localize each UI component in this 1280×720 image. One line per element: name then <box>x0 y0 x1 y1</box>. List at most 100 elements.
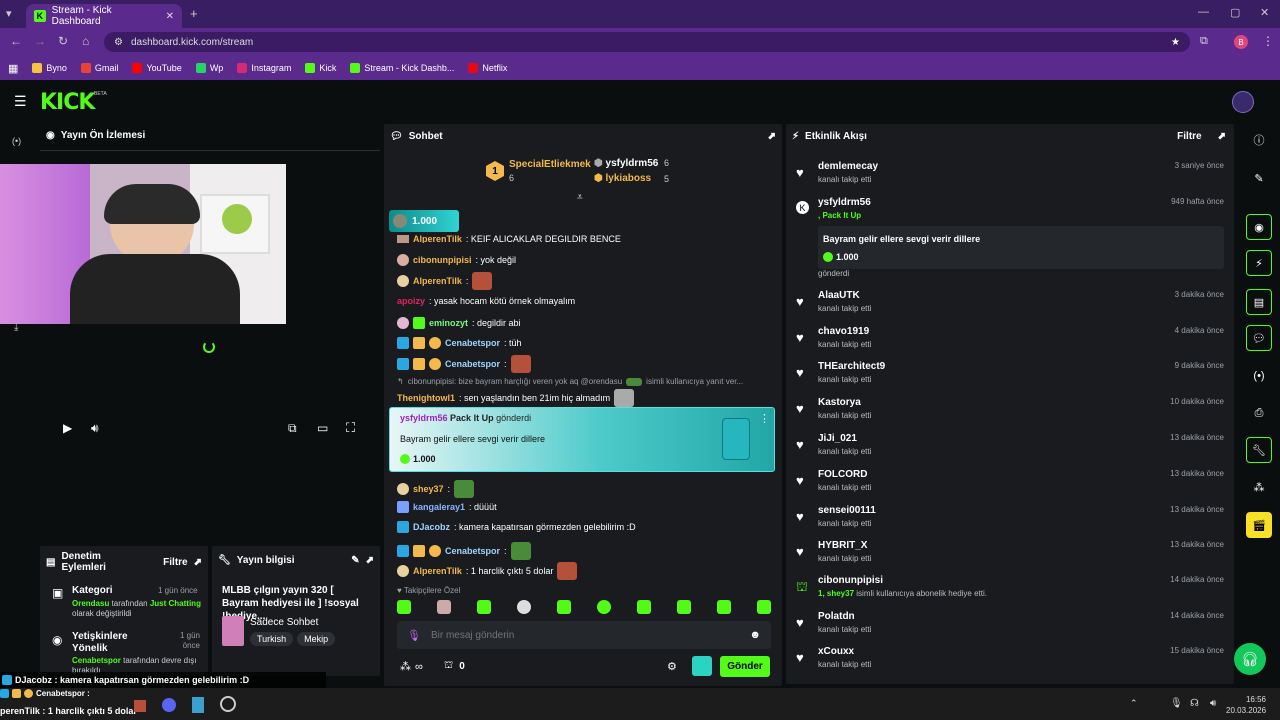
microphone-icon[interactable]: 🎙︎ <box>407 629 421 642</box>
activity-filter-button[interactable]: Filtre <box>1177 131 1201 142</box>
kick-logo[interactable]: KICK <box>40 90 95 115</box>
maximize-icon[interactable]: ▢ <box>1230 6 1240 19</box>
bookmark-wp[interactable]: Wp <box>195 63 223 73</box>
taskbar-app-icon[interactable] <box>192 697 204 713</box>
popout-icon[interactable]: ⬈ <box>1218 131 1226 142</box>
broadcast-icon[interactable]: (•) <box>1246 363 1272 389</box>
chat-input-field[interactable] <box>430 629 740 641</box>
emote[interactable] <box>517 600 531 614</box>
overlay-chat-line: Cenabetspor : <box>0 689 90 698</box>
url-text: dashboard.kick.com/stream <box>130 36 254 48</box>
settings-gear-icon[interactable]: ⚙ <box>667 660 677 673</box>
edit-icon[interactable]: ✎ <box>351 555 359 566</box>
site-info-icon[interactable]: ⚙ <box>114 37 123 48</box>
collapse-chevron-icon[interactable]: ⩡ <box>577 192 583 203</box>
bookmark-kick[interactable]: Kick <box>305 63 336 73</box>
emote[interactable] <box>637 600 651 614</box>
bookmark-kick-dashboard[interactable]: Stream - Kick Dashb... <box>350 63 454 73</box>
emoji-icon[interactable]: ☻ <box>749 629 761 641</box>
emote[interactable] <box>477 600 491 614</box>
fullscreen-icon[interactable]: ⛶ <box>346 420 355 436</box>
minimize-icon[interactable]: — <box>1198 6 1209 18</box>
printer-icon[interactable]: ⎙ <box>1246 400 1272 426</box>
activity-item: ♥ AlaaUTK kanalı takip etti 3 dakika önce <box>796 290 1224 313</box>
activity-item: ♥ JiJi_021 kanalı takip etti 13 dakika önce <box>796 433 1224 456</box>
leader-name[interactable]: SpecialEtliekmek <box>509 159 591 170</box>
kicks-button[interactable] <box>692 656 712 676</box>
bookmark-byno[interactable]: Byno <box>32 63 67 73</box>
leader-name[interactable]: ⬢ lykiaboss <box>594 173 651 184</box>
bookmark-gmail[interactable]: Gmail <box>80 63 118 73</box>
menu-dots-icon[interactable]: ⋮ <box>1262 34 1274 48</box>
taskbar-app-icon[interactable] <box>134 700 146 712</box>
bookmark-star-icon[interactable]: ★ <box>1171 37 1180 48</box>
kicks-icon[interactable]: ⁂ <box>1246 474 1272 500</box>
emote[interactable] <box>597 600 611 614</box>
close-window-icon[interactable]: ✕ <box>1260 6 1269 19</box>
popout-icon[interactable]: ⬈ <box>768 131 776 142</box>
browser-tab[interactable]: K Stream - Kick Dashboard ✕ <box>26 4 182 28</box>
discord-icon[interactable] <box>162 698 176 712</box>
info-icon[interactable]: ⓘ <box>1246 127 1272 153</box>
volume-icon[interactable]: 🔊︎ <box>91 421 99 436</box>
clock[interactable]: 16:56 20.03.2026 <box>1226 694 1266 716</box>
extensions-icon[interactable]: ⧉ <box>1200 35 1208 48</box>
url-field[interactable]: ⚙ dashboard.kick.com/stream ★ <box>104 32 1190 52</box>
preview-toggle-icon[interactable]: ◉ <box>1246 214 1272 240</box>
emote[interactable] <box>677 600 691 614</box>
emote[interactable] <box>397 600 411 614</box>
points-display[interactable]: ⁂ ∞ <box>400 660 423 674</box>
home-icon[interactable]: ⌂ <box>82 34 89 48</box>
moderation-toggle-icon[interactable]: ▤ <box>1246 289 1272 315</box>
leader-name[interactable]: ⬢ ysfyldrm56 <box>594 158 658 169</box>
close-tab-icon[interactable]: ✕ <box>166 11 174 22</box>
reload-icon[interactable]: ↻ <box>58 34 68 48</box>
gift-count[interactable]: ⛫ 0 <box>444 660 465 673</box>
tag[interactable]: Mekip <box>297 632 336 646</box>
bookmark-youtube[interactable]: YouTube <box>132 63 182 73</box>
bookmark-instagram[interactable]: Instagram <box>237 63 291 73</box>
volume-icon[interactable]: 🔊︎ <box>1210 698 1216 709</box>
bookmark-netflix[interactable]: Netflix <box>468 63 507 73</box>
beta-label: BETA <box>94 91 107 97</box>
user-avatar[interactable] <box>1232 91 1254 113</box>
apps-grid-icon[interactable]: ▦ <box>8 62 18 75</box>
wrench-toggle-icon[interactable]: 🔧︎ <box>1246 437 1272 463</box>
profile-avatar[interactable]: B <box>1234 35 1248 49</box>
forward-icon[interactable]: → <box>34 34 46 48</box>
activity-toggle-icon[interactable]: ⚡︎ <box>1246 250 1272 276</box>
support-headset-icon[interactable]: 🎧︎ <box>1234 643 1266 675</box>
tray-expand-icon[interactable]: ⌃ <box>1130 698 1138 709</box>
emote[interactable] <box>757 600 771 614</box>
category-name[interactable]: Sadece Sohbet <box>250 617 318 628</box>
network-icon[interactable]: ☊ <box>1190 698 1199 709</box>
emote[interactable] <box>717 600 731 614</box>
chat-toggle-icon[interactable]: 💬︎ <box>1246 325 1272 351</box>
download-icon[interactable]: ⤓ <box>14 322 18 333</box>
tag[interactable]: Turkish <box>250 632 294 646</box>
pinned-gift[interactable]: 1.000 <box>389 210 459 232</box>
preview-title: Yayın Ön İzlemesi <box>60 130 146 141</box>
emote[interactable] <box>557 600 571 614</box>
back-icon[interactable]: ← <box>10 34 22 48</box>
clapper-icon[interactable]: 🎬︎ <box>1246 512 1272 538</box>
theater-icon[interactable]: ▭ <box>317 421 328 435</box>
tab-search-icon[interactable]: ▾ <box>6 7 12 20</box>
moderation-filter-button[interactable]: Filtre <box>163 557 187 568</box>
new-tab-icon[interactable]: + <box>190 6 198 21</box>
popout-icon[interactable]: ⬈ <box>366 555 374 566</box>
reply-preview: ↰ cibonunpipisi: bize bayram harçlığı ver… <box>397 377 744 386</box>
play-icon[interactable]: ▶ <box>63 421 72 435</box>
popout-icon[interactable]: ⬈ <box>194 557 202 568</box>
stream-info-title: Yayın bilgisi <box>236 555 295 566</box>
broadcast-icon[interactable]: (•) <box>12 136 21 146</box>
microphone-icon[interactable]: 🎙︎ <box>1170 698 1183 709</box>
pip-icon[interactable]: ⧉ <box>288 421 297 436</box>
emote[interactable] <box>437 600 451 614</box>
send-button[interactable]: Gönder <box>720 656 770 677</box>
chat-input[interactable]: 🎙︎ ☻ <box>397 621 771 649</box>
hamburger-menu-icon[interactable]: ☰ <box>14 93 27 110</box>
obs-icon[interactable] <box>220 696 236 712</box>
edit-icon[interactable]: ✎ <box>1246 165 1272 191</box>
more-icon[interactable]: ⋮ <box>759 412 770 425</box>
